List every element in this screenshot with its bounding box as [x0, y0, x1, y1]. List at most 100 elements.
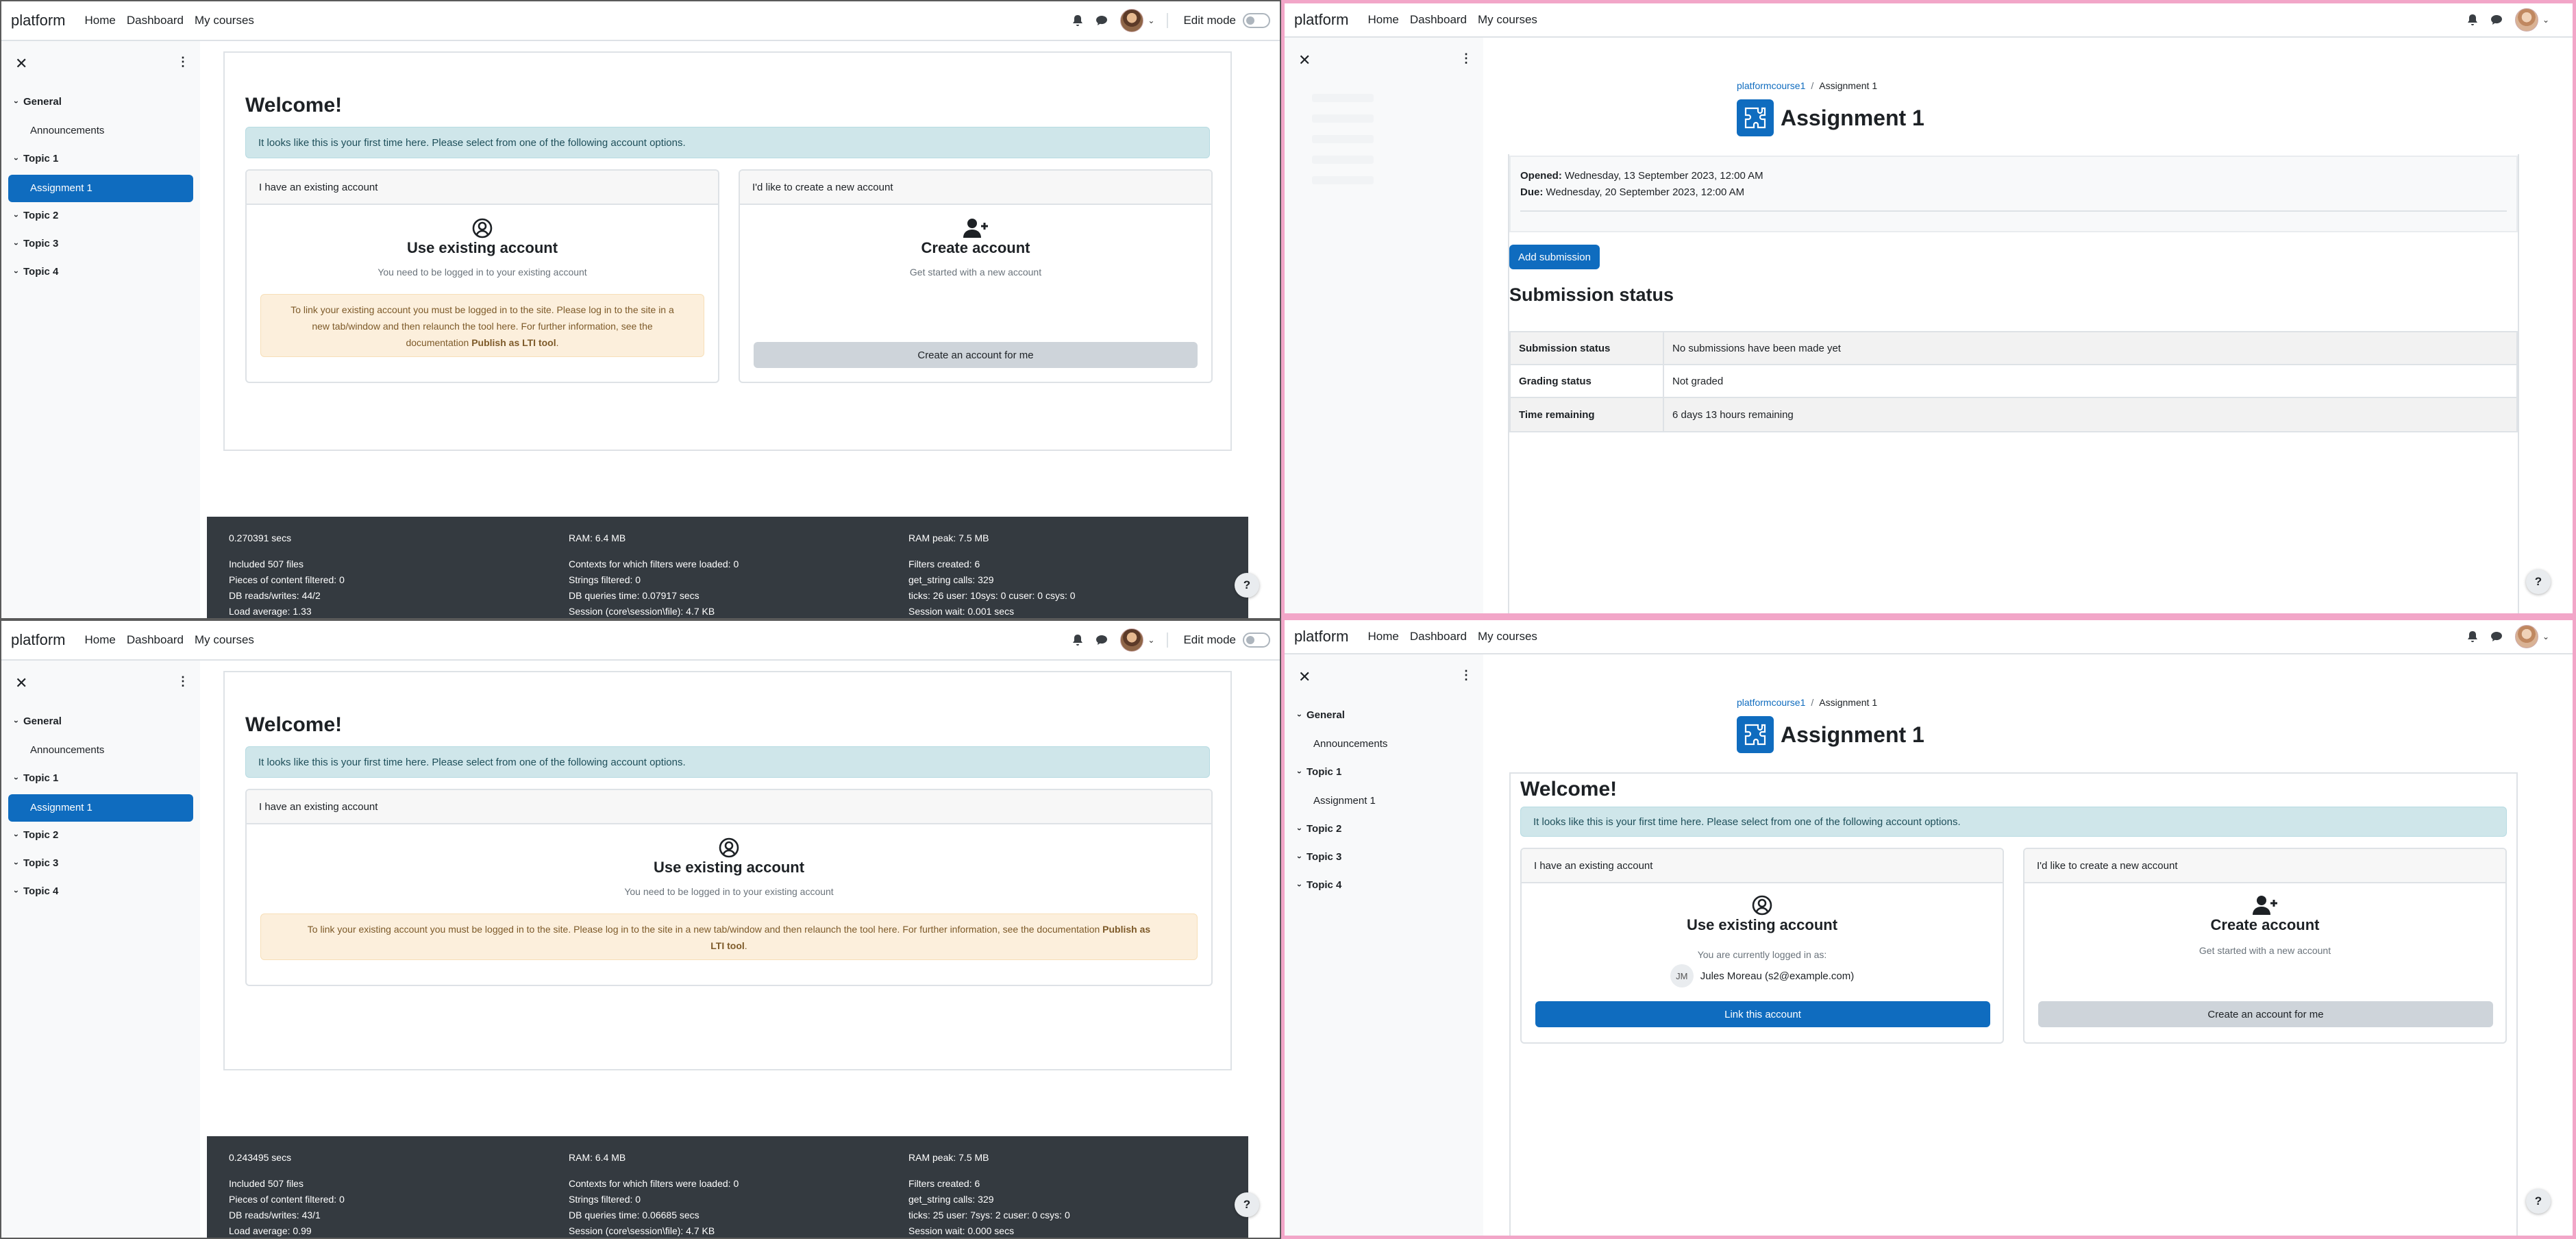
nav-my-courses[interactable]: My courses	[195, 633, 254, 647]
doc-link[interactable]: LTI tool	[710, 940, 745, 951]
kebab-menu-icon[interactable]: ⋮	[1460, 51, 1472, 66]
breadcrumb-course-link[interactable]: platformcourse1	[1737, 80, 1805, 91]
chevron-icon[interactable]: ›	[1295, 828, 1304, 831]
course-section-topic-4[interactable]: › Topic 4	[1295, 879, 1341, 891]
course-section-topic-1[interactable]: › Topic 1	[1295, 766, 1341, 778]
nav-dashboard[interactable]: Dashboard	[127, 14, 184, 27]
chevron-icon[interactable]: ›	[1295, 771, 1304, 774]
kebab-menu-icon[interactable]: ⋮	[177, 674, 189, 689]
chevron-icon[interactable]: ›	[12, 158, 21, 160]
add-submission-button[interactable]: Add submission	[1509, 245, 1600, 269]
perf-time: 0.243495 secs	[229, 1152, 292, 1163]
course-section-topic-2[interactable]: › Topic 2	[1295, 823, 1341, 835]
kebab-menu-icon[interactable]: ⋮	[177, 55, 189, 69]
brand[interactable]: platform	[11, 631, 65, 649]
course-section-topic-3[interactable]: › Topic 3	[1295, 851, 1342, 863]
chevron-icon[interactable]: ›	[1295, 884, 1304, 887]
course-item-announcements[interactable]: Announcements	[30, 744, 104, 756]
chevron-icon[interactable]: ›	[1295, 714, 1304, 717]
chevron-icon[interactable]: ›	[12, 271, 21, 273]
nav-my-courses[interactable]: My courses	[1478, 13, 1537, 27]
course-section-topic-2[interactable]: › Topic 2	[12, 210, 58, 221]
help-button[interactable]: ?	[2526, 569, 2551, 594]
opened-date: Opened: Wednesday, 13 September 2023, 12…	[1520, 168, 2507, 184]
course-item-assignment-1-active[interactable]: Assignment 1	[8, 794, 193, 822]
kebab-menu-icon[interactable]: ⋮	[1460, 668, 1472, 683]
close-icon[interactable]: ✕	[15, 55, 27, 73]
bell-icon[interactable]	[2467, 14, 2478, 26]
nav-home[interactable]: Home	[84, 14, 115, 27]
section-label: Topic 3	[1306, 851, 1342, 863]
perf-line: Filters created: 6	[908, 1178, 980, 1189]
user-avatar[interactable]	[1120, 9, 1144, 32]
help-button[interactable]: ?	[2526, 1189, 2551, 1214]
bell-icon[interactable]	[1072, 634, 1083, 646]
chevron-icon[interactable]: ›	[1295, 856, 1304, 859]
nav-my-courses[interactable]: My courses	[1478, 630, 1537, 643]
close-icon[interactable]: ✕	[1298, 668, 1311, 686]
nav-dashboard[interactable]: Dashboard	[1410, 13, 1467, 27]
chat-icon[interactable]	[1095, 15, 1108, 26]
course-section-topic-1[interactable]: › Topic 1	[12, 772, 58, 784]
course-section-topic-4[interactable]: › Topic 4	[12, 885, 58, 897]
help-button[interactable]: ?	[1235, 1192, 1259, 1217]
nav-dashboard[interactable]: Dashboard	[1410, 630, 1467, 643]
bell-icon[interactable]	[1072, 14, 1083, 27]
chevron-icon[interactable]: ›	[12, 720, 21, 723]
chevron-icon[interactable]: ›	[12, 834, 21, 837]
pane-top-left: platform Home Dashboard My courses ⌄ Edi…	[0, 0, 1281, 620]
nav-home[interactable]: Home	[1367, 13, 1398, 27]
perf-line: ticks: 25 user: 7sys: 2 cuser: 0 csys: 0	[908, 1210, 1070, 1220]
chevron-icon[interactable]: ›	[12, 101, 21, 103]
nav-my-courses[interactable]: My courses	[195, 14, 254, 27]
create-account-button[interactable]: Create an account for me	[754, 342, 1198, 368]
bell-icon[interactable]	[2467, 630, 2478, 643]
close-icon[interactable]: ✕	[15, 674, 27, 692]
edit-mode-toggle[interactable]	[1243, 13, 1270, 28]
edit-mode-toggle[interactable]	[1243, 633, 1270, 648]
due-value: Wednesday, 20 September 2023, 12:00 AM	[1546, 186, 1745, 198]
perf-line: ticks: 26 user: 10sys: 0 cuser: 0 csys: …	[908, 590, 1076, 601]
course-section-topic-3[interactable]: › Topic 3	[12, 857, 58, 869]
doc-link[interactable]: Publish as	[1102, 924, 1150, 935]
course-item-announcements[interactable]: Announcements	[1313, 738, 1387, 750]
puzzle-icon	[1737, 716, 1774, 753]
course-section-topic-1[interactable]: › Topic 1	[12, 153, 58, 164]
chevron-down-icon[interactable]: ⌄	[2542, 632, 2549, 641]
doc-link[interactable]: Publish as LTI tool	[471, 337, 556, 348]
create-account-button[interactable]: Create an account for me	[2038, 1001, 2493, 1027]
course-section-general[interactable]: › General	[12, 715, 62, 727]
user-avatar[interactable]	[2514, 625, 2538, 648]
help-button[interactable]: ?	[1235, 573, 1259, 598]
nav-home[interactable]: Home	[84, 633, 115, 647]
nav-dashboard[interactable]: Dashboard	[127, 633, 184, 647]
chevron-down-icon[interactable]: ⌄	[2542, 15, 2549, 25]
course-item-announcements[interactable]: Announcements	[30, 125, 104, 136]
user-avatar[interactable]	[2514, 8, 2538, 32]
course-item-assignment-1-active[interactable]: Assignment 1	[8, 175, 193, 202]
chat-icon[interactable]	[1095, 635, 1108, 646]
brand[interactable]: platform	[11, 12, 65, 29]
link-account-button[interactable]: Link this account	[1535, 1001, 1990, 1027]
breadcrumb-course-link[interactable]: platformcourse1	[1737, 697, 1805, 708]
nav-home[interactable]: Home	[1367, 630, 1398, 643]
chevron-icon[interactable]: ›	[12, 862, 21, 865]
chat-icon[interactable]	[2490, 14, 2503, 25]
brand[interactable]: platform	[1294, 628, 1348, 646]
course-section-topic-3[interactable]: › Topic 3	[12, 238, 58, 249]
close-icon[interactable]: ✕	[1298, 51, 1311, 69]
user-avatar[interactable]	[1120, 628, 1144, 652]
chat-icon[interactable]	[2490, 631, 2503, 642]
chevron-icon[interactable]: ›	[12, 777, 21, 780]
chevron-icon[interactable]: ›	[12, 890, 21, 893]
brand[interactable]: platform	[1294, 11, 1348, 29]
course-section-general[interactable]: › General	[1295, 709, 1345, 721]
course-item-assignment-1[interactable]: Assignment 1	[1313, 795, 1376, 807]
chevron-icon[interactable]: ›	[12, 243, 21, 245]
chevron-down-icon[interactable]: ⌄	[1148, 635, 1154, 645]
course-section-general[interactable]: › General	[12, 96, 62, 108]
course-section-topic-2[interactable]: › Topic 2	[12, 829, 58, 841]
chevron-down-icon[interactable]: ⌄	[1148, 16, 1154, 25]
chevron-icon[interactable]: ›	[12, 214, 21, 217]
course-section-topic-4[interactable]: › Topic 4	[12, 266, 58, 278]
